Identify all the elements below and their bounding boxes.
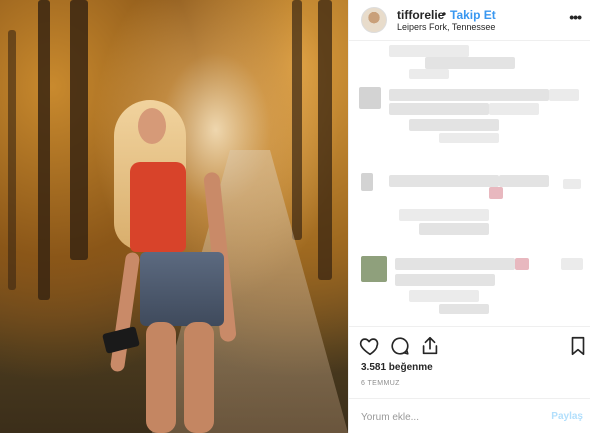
- pixelated-text: [425, 57, 515, 69]
- pixelated-text: [399, 209, 489, 221]
- username-link[interactable]: tifforelie: [397, 8, 444, 22]
- tree-trunk: [38, 0, 50, 300]
- pixelated-text: [395, 258, 515, 270]
- comments-list[interactable]: [349, 41, 590, 326]
- post-header: tifforelie • Takip Et Leipers Fork, Tenn…: [349, 0, 590, 41]
- woman-figure: [100, 92, 250, 433]
- pixelated-emoji: [489, 187, 503, 199]
- pixelated-text: [561, 258, 583, 270]
- pixelated-text: [439, 304, 489, 314]
- pixelated-text: [409, 69, 449, 79]
- share-icon[interactable]: [419, 335, 441, 357]
- tree-trunk: [318, 0, 332, 280]
- pixelated-text: [549, 89, 579, 101]
- pixelated-text: [395, 274, 495, 286]
- tree-trunk: [292, 0, 302, 240]
- pixelated-text: [489, 103, 539, 115]
- pixelated-text: [389, 103, 489, 115]
- post-date[interactable]: 6 TEMMUZ: [361, 380, 400, 387]
- denim-shorts: [140, 252, 224, 326]
- comment-icon[interactable]: [389, 335, 411, 357]
- heart-icon[interactable]: [359, 335, 381, 357]
- more-horizontal-icon[interactable]: •••: [569, 9, 582, 25]
- post-comment-button[interactable]: Paylaş: [551, 411, 583, 422]
- comment-input[interactable]: [361, 408, 531, 426]
- pixelated-avatar: [359, 87, 381, 109]
- pixelated-text: [439, 133, 499, 143]
- comment-bar: Paylaş: [349, 398, 590, 434]
- pixelated-text: [389, 175, 499, 187]
- post-actions: [349, 326, 590, 361]
- phone-in-hand: [102, 326, 140, 354]
- bookmark-icon[interactable]: [567, 335, 589, 357]
- pixelated-text: [563, 179, 581, 189]
- red-tank-top: [130, 162, 186, 252]
- pixelated-avatar: [361, 173, 373, 191]
- leg: [184, 322, 214, 433]
- pixelated-text: [389, 45, 469, 57]
- pixelated-text: [499, 175, 549, 187]
- post-photo[interactable]: [0, 0, 348, 433]
- pixelated-text: [419, 223, 489, 235]
- face: [138, 108, 166, 144]
- tree-trunk: [70, 0, 88, 260]
- post-side-panel: tifforelie • Takip Et Leipers Fork, Tenn…: [348, 0, 590, 433]
- pixelated-emoji: [515, 258, 529, 270]
- arm: [109, 251, 141, 373]
- pixelated-text: [409, 290, 479, 302]
- leg: [146, 322, 176, 433]
- tree-trunk: [8, 30, 16, 290]
- pixelated-text: [409, 119, 499, 131]
- likes-count[interactable]: 3.581 beğenme: [361, 362, 433, 373]
- avatar[interactable]: [361, 7, 387, 33]
- follow-button[interactable]: Takip Et: [450, 8, 496, 22]
- separator-dot: •: [442, 7, 447, 21]
- pixelated-text: [389, 89, 549, 101]
- pixelated-avatar: [361, 256, 387, 282]
- location-link[interactable]: Leipers Fork, Tennessee: [397, 22, 495, 32]
